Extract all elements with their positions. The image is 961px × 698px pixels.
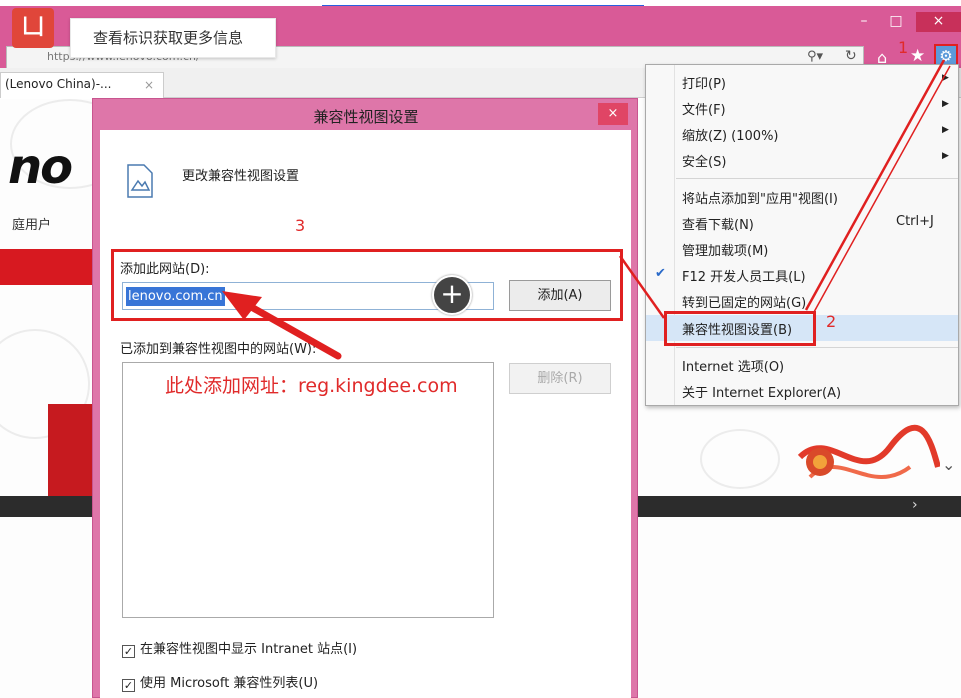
- menu-item-add-to-apps[interactable]: 将站点添加到"应用"视图(I): [646, 184, 958, 210]
- checkbox-ms-list-label: 使用 Microsoft 兼容性列表(U): [140, 676, 319, 691]
- menu-item-addons[interactable]: 管理加载项(M): [646, 236, 958, 262]
- dialog-body: 更改兼容性视图设置 3 添加此网站(D): lenovo.com.cn + 添加…: [100, 130, 631, 698]
- submenu-arrow-icon: ▶: [942, 125, 949, 135]
- checkbox-intranet-label: 在兼容性视图中显示 Intranet 站点(I): [140, 642, 358, 657]
- checkbox-intranet[interactable]: ✓: [122, 645, 135, 658]
- menu-item-downloads[interactable]: 查看下载(N) Ctrl+J: [646, 210, 958, 236]
- lenovo-logo-text: no: [8, 139, 73, 195]
- document-picture-icon: [127, 164, 153, 198]
- annotation-note: 此处添加网址：reg.kingdee.com: [165, 375, 458, 397]
- tools-menu: 打印(P) ▶ 文件(F) ▶ 缩放(Z) (100%) ▶ 安全(S) ▶ 将…: [645, 64, 959, 406]
- tooltip-text: 查看标识获取更多信息: [93, 29, 244, 47]
- menu-item-print[interactable]: 打印(P) ▶: [646, 69, 958, 95]
- window-close-button[interactable]: ×: [916, 12, 961, 32]
- menu-item-zoom[interactable]: 缩放(Z) (100%) ▶: [646, 121, 958, 147]
- added-sites-list[interactable]: [122, 362, 494, 618]
- menu-item-internet-options[interactable]: Internet 选项(O): [646, 352, 958, 378]
- tab-lenovo[interactable]: (Lenovo China)-... ×: [0, 72, 164, 98]
- menu-item-file[interactable]: 文件(F) ▶: [646, 95, 958, 121]
- minimize-button[interactable]: –: [852, 12, 876, 32]
- highlight-box-compat-item: [664, 311, 816, 346]
- menu-item-label: 查看下载(N): [682, 218, 754, 233]
- background-swirl: [700, 429, 780, 489]
- submenu-arrow-icon: ▶: [942, 99, 949, 109]
- page-nav-text[interactable]: 庭用户: [12, 214, 51, 233]
- menu-item-label: 缩放(Z) (100%): [682, 129, 779, 144]
- menu-item-label: 文件(F): [682, 103, 726, 118]
- checkbox-ms-list-row[interactable]: ✓ 使用 Microsoft 兼容性列表(U): [122, 672, 318, 692]
- menu-item-label: 打印(P): [682, 77, 726, 92]
- menu-item-label: 转到已固定的网站(G): [682, 296, 807, 311]
- menu-separator: [676, 347, 958, 348]
- menu-shortcut: Ctrl+J: [896, 214, 934, 229]
- checkbox-intranet-row[interactable]: ✓ 在兼容性视图中显示 Intranet 站点(I): [122, 638, 357, 658]
- red-promo-block: [48, 404, 98, 496]
- maximize-button[interactable]: □: [884, 12, 908, 32]
- dialog-title: 兼容性视图设置: [313, 108, 419, 126]
- menu-item-label: 将站点添加到"应用"视图(I): [682, 192, 838, 207]
- app-logo-icon: 凵: [12, 8, 54, 48]
- add-button[interactable]: 添加(A): [509, 280, 611, 311]
- menu-item-about[interactable]: 关于 Internet Explorer(A): [646, 378, 958, 404]
- tooltip: 查看标识获取更多信息: [70, 18, 276, 58]
- menu-item-label: 关于 Internet Explorer(A): [682, 386, 842, 401]
- chevron-down-icon[interactable]: ⌄: [942, 455, 955, 474]
- step-2-label: 2: [826, 312, 837, 331]
- screenshot: – □ × https://www.lenovo.com.cn/ ⚲▾ ↻ ⌂ …: [0, 0, 961, 698]
- added-sites-label: 已添加到兼容性视图中的网站(W):: [120, 342, 317, 357]
- submenu-arrow-icon: ▶: [942, 151, 949, 161]
- remove-button[interactable]: 删除(R): [509, 363, 611, 394]
- search-icon[interactable]: ⚲▾: [807, 49, 823, 64]
- dialog-close-button[interactable]: ×: [598, 103, 628, 125]
- star-icon[interactable]: ★: [910, 46, 925, 66]
- menu-item-label: F12 开发人员工具(L): [682, 270, 806, 285]
- plus-circle-icon: +: [432, 275, 472, 315]
- checkmark-icon: ✔: [655, 266, 666, 281]
- refresh-icon[interactable]: ↻: [845, 48, 857, 64]
- menu-item-safety[interactable]: 安全(S) ▶: [646, 147, 958, 173]
- menu-item-label: Internet 选项(O): [682, 360, 785, 375]
- compat-view-dialog: 兼容性视图设置 × 更改兼容性视图设置 3 添加此网站(D): lenovo.c…: [92, 98, 638, 698]
- decorative-ribbon-image: [797, 424, 940, 479]
- menu-item-label: 管理加载项(M): [682, 244, 769, 259]
- step-3-label: 3: [295, 216, 306, 235]
- tab-close-icon[interactable]: ×: [144, 78, 154, 92]
- checkbox-ms-list[interactable]: ✓: [122, 679, 135, 692]
- step-1-label: 1: [898, 38, 909, 57]
- chevron-right-icon[interactable]: ›: [912, 497, 918, 513]
- add-site-input-value: lenovo.com.cn: [126, 287, 225, 306]
- tab-title: (Lenovo China)-...: [5, 77, 112, 91]
- submenu-arrow-icon: ▶: [942, 73, 949, 83]
- menu-item-f12[interactable]: ✔ F12 开发人员工具(L): [646, 262, 958, 288]
- dialog-subtitle: 更改兼容性视图设置: [182, 169, 300, 184]
- add-site-label: 添加此网站(D):: [120, 262, 210, 277]
- menu-item-label: 安全(S): [682, 155, 727, 170]
- menu-separator: [676, 178, 958, 179]
